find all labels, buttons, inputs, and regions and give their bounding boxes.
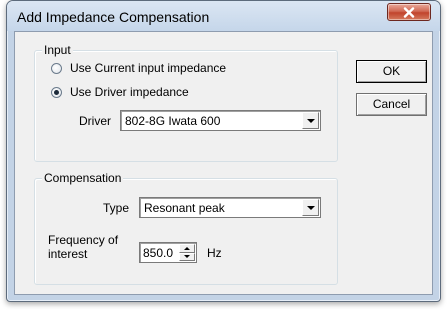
use-driver-impedance-radio[interactable] — [51, 86, 62, 98]
close-icon — [403, 6, 415, 18]
frequency-decrement-button[interactable] — [179, 252, 195, 261]
window-title: Add Impedance Compensation — [17, 9, 210, 25]
frequency-label-line2: interest — [48, 247, 88, 261]
type-select[interactable]: Resonant peak — [139, 197, 321, 218]
chevron-down-icon — [306, 205, 315, 210]
frequency-input[interactable]: 850.0 — [139, 242, 197, 263]
use-driver-impedance-label[interactable]: Use Driver impedance — [70, 85, 189, 99]
driver-label: Driver — [79, 114, 111, 128]
frequency-increment-button[interactable] — [179, 244, 195, 253]
dialog-window: Add Impedance Compensation Input Use Cur… — [6, 0, 441, 302]
compensation-group-legend: Compensation — [42, 171, 124, 185]
type-dropdown-button[interactable] — [302, 199, 319, 216]
ok-button[interactable]: OK — [356, 60, 427, 83]
frequency-unit: Hz — [207, 246, 222, 260]
chevron-down-icon — [306, 118, 315, 123]
use-current-impedance-radio[interactable] — [51, 62, 62, 74]
title-bar[interactable]: Add Impedance Compensation — [7, 1, 440, 31]
frequency-label-line1: Frequency of — [48, 233, 119, 247]
use-current-impedance-radio-row[interactable]: Use Current input impedance — [51, 61, 226, 75]
driver-dropdown-button[interactable] — [302, 112, 319, 129]
use-current-impedance-label[interactable]: Use Current input impedance — [70, 61, 226, 75]
frequency-value: 850.0 — [143, 246, 174, 260]
frequency-spinner[interactable] — [179, 244, 195, 261]
use-driver-impedance-radio-row[interactable]: Use Driver impedance — [51, 85, 189, 99]
driver-select-value: 802-8G Iwata 600 — [125, 114, 221, 128]
type-select-value: Resonant peak — [144, 201, 225, 215]
cancel-button[interactable]: Cancel — [356, 93, 427, 116]
close-button[interactable] — [387, 3, 431, 21]
arrow-up-icon — [184, 246, 190, 250]
driver-select[interactable]: 802-8G Iwata 600 — [120, 110, 321, 131]
type-label: Type — [103, 201, 130, 215]
input-group-legend: Input — [42, 43, 73, 57]
dialog-client-area: Input Use Current input impedance Use Dr… — [14, 31, 433, 295]
input-groupbox: Input Use Current input impedance Use Dr… — [34, 43, 338, 162]
compensation-groupbox: Compensation Type Resonant peak Frequenc… — [34, 171, 338, 285]
arrow-down-icon — [184, 255, 190, 259]
